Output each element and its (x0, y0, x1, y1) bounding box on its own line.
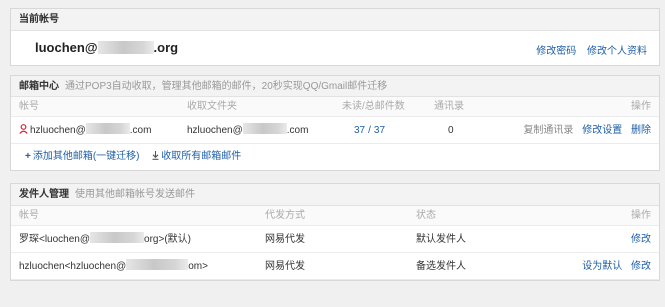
send-method: 网易代发 (265, 261, 305, 272)
sender-status: 备选发件人 (416, 261, 466, 272)
redacted-mask (126, 259, 189, 270)
sender-management-header: 发件人管理 使用其他邮箱帐号发送邮件 (11, 184, 659, 206)
col-account: 帐号 (19, 101, 39, 112)
mail-center-header: 邮箱中心 通过POP3自动收取，管理其他邮箱的邮件，20秒实现QQ/Gmail邮件… (11, 76, 659, 97)
copy-contacts-link[interactable]: 复制通讯录 (523, 125, 573, 136)
redacted-mask (97, 41, 154, 54)
col-sender-account: 帐号 (19, 210, 39, 221)
mailbox-account: hzluochen@ .com (19, 117, 151, 144)
table-row: hzluochen<hzluochen@ om> 网易代发 备选发件人 设为默认 … (11, 253, 659, 280)
mail-center-description: 通过POP3自动收取，管理其他邮箱的邮件，20秒实现QQ/Gmail邮件迁移 (65, 81, 388, 92)
current-account-panel: 当前帐号 luochen@ .org 修改密码 修改个人资料 (10, 8, 660, 66)
send-method: 网易代发 (265, 234, 305, 245)
download-icon (152, 151, 159, 160)
sender-status: 默认发件人 (416, 234, 466, 245)
total-count-link[interactable]: 37 (374, 125, 385, 136)
mail-center-footer: + 添加其他邮箱(一键迁移) 收取所有邮箱邮件 (11, 144, 659, 170)
collect-all-link[interactable]: 收取所有邮箱邮件 (161, 151, 241, 162)
edit-profile-link[interactable]: 修改个人资料 (587, 46, 647, 57)
sender-management-panel: 发件人管理 使用其他邮箱帐号发送邮件 帐号 代发方式 状态 操作 罗琛<luoch… (10, 183, 660, 281)
mailbox-folder: hzluochen@ .com (187, 123, 309, 136)
col-contacts: 通讯录 (434, 101, 464, 112)
mailbox-counts: 37/37 (354, 125, 386, 136)
account-settings-page: 当前帐号 luochen@ .org 修改密码 修改个人资料 邮箱中心 通过POP3… (0, 0, 665, 307)
user-icon (19, 124, 28, 134)
col-mail-count: 未读/总邮件数 (342, 101, 405, 112)
sender-management-title: 发件人管理 (19, 189, 69, 200)
edit-sender-link[interactable]: 修改 (631, 261, 651, 272)
col-folder: 收取文件夹 (187, 101, 237, 112)
col-actions: 操作 (631, 101, 651, 112)
mail-center-table-header: 帐号 收取文件夹 未读/总邮件数 通讯录 操作 (11, 97, 659, 117)
sender-actions: 设为默认 修改 (582, 253, 651, 280)
contacts-count: 0 (448, 125, 454, 136)
add-mailbox-link[interactable]: 添加其他邮箱(一键迁移) (33, 151, 140, 162)
mail-center-title: 邮箱中心 (19, 81, 59, 92)
current-account-title: 当前帐号 (11, 9, 659, 31)
sender-account: hzluochen<hzluochen@ om> (19, 259, 208, 272)
redacted-mask (90, 232, 145, 243)
edit-settings-link[interactable]: 修改设置 (582, 125, 622, 136)
delete-link[interactable]: 删除 (631, 125, 651, 136)
set-default-link[interactable]: 设为默认 (582, 261, 622, 272)
col-sender-actions: 操作 (631, 210, 651, 221)
mailbox-actions: 复制通讯录 修改设置 删除 (523, 117, 651, 144)
sender-account: 罗琛<luochen@ org>(默认) (19, 232, 191, 245)
change-password-link[interactable]: 修改密码 (536, 46, 576, 57)
col-status: 状态 (416, 210, 436, 221)
col-send-method: 代发方式 (265, 210, 305, 221)
plus-icon: + (25, 151, 31, 162)
table-row: 罗琛<luochen@ org>(默认) 网易代发 默认发件人 修改 (11, 226, 659, 253)
redacted-mask (85, 123, 130, 134)
redacted-mask (242, 123, 287, 134)
edit-sender-link[interactable]: 修改 (631, 234, 651, 245)
sender-actions: 修改 (631, 226, 651, 253)
sender-table-header: 帐号 代发方式 状态 操作 (11, 206, 659, 226)
sender-management-description: 使用其他邮箱帐号发送邮件 (75, 189, 195, 200)
table-row: hzluochen@ .com hzluochen@ .com 37/37 0 复制… (11, 117, 659, 144)
current-account-email: luochen@ .org (35, 40, 179, 55)
mail-center-panel: 邮箱中心 通过POP3自动收取，管理其他邮箱的邮件，20秒实现QQ/Gmail邮件… (10, 75, 660, 171)
unread-count-link[interactable]: 37 (354, 125, 365, 136)
